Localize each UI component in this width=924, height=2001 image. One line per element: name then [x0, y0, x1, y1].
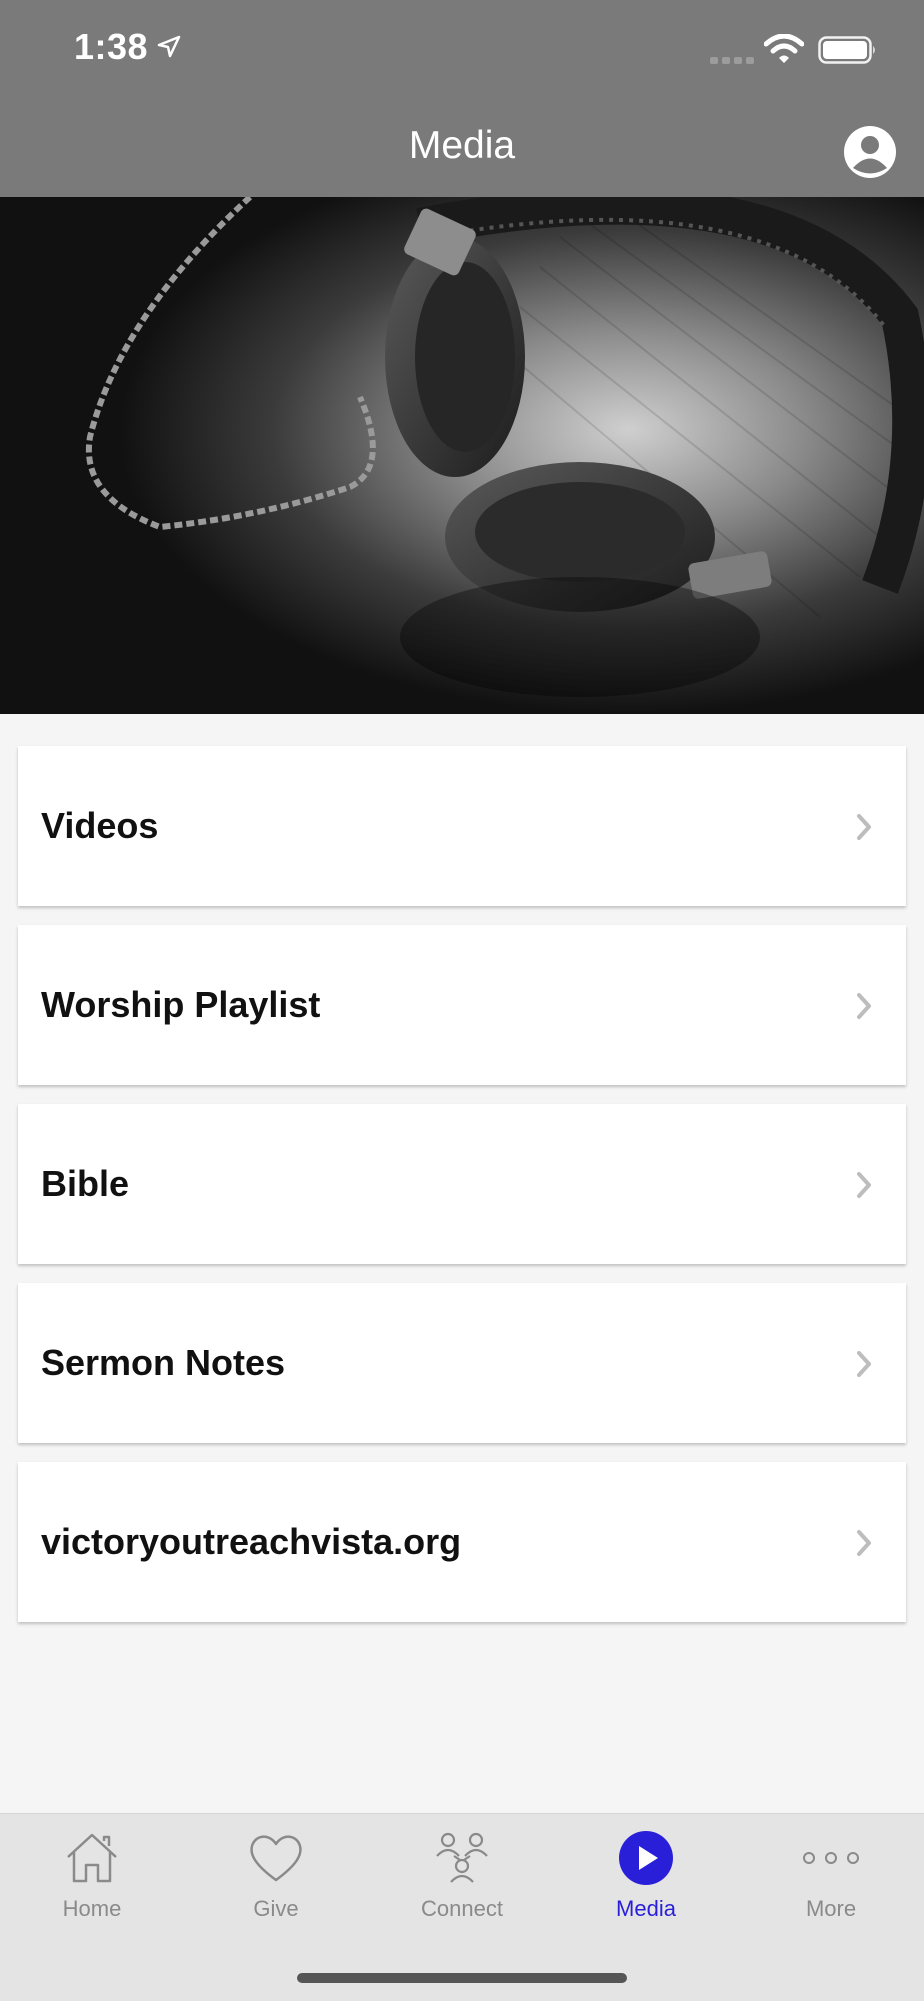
menu-item-bible[interactable]: Bible — [18, 1104, 906, 1264]
tab-give[interactable]: Give — [184, 1814, 368, 1944]
nav-bar: Media — [0, 100, 924, 197]
menu-item-website[interactable]: victoryoutreachvista.org — [18, 1462, 906, 1622]
menu-item-label: Sermon Notes — [41, 1342, 286, 1383]
home-indicator[interactable] — [297, 1973, 627, 1983]
tab-label: Home — [62, 1896, 122, 1921]
menu-item-sermon-notes[interactable]: Sermon Notes — [18, 1283, 906, 1443]
status-time: 1:38 — [74, 26, 149, 67]
tab-more[interactable]: More — [739, 1814, 923, 1944]
menu-item-label: Bible — [41, 1163, 130, 1204]
play-icon — [554, 1828, 738, 1888]
tab-media[interactable]: Media — [554, 1814, 738, 1944]
tab-label: More — [805, 1896, 857, 1921]
tab-home[interactable]: Home — [0, 1814, 184, 1944]
cellular-signal-icon — [710, 52, 754, 70]
chevron-right-icon — [856, 813, 872, 846]
home-icon — [0, 1828, 184, 1888]
chevron-right-icon — [856, 1529, 872, 1562]
chevron-right-icon — [856, 1171, 872, 1204]
battery-icon — [818, 36, 878, 69]
chevron-right-icon — [856, 992, 872, 1025]
chevron-right-icon — [856, 1350, 872, 1383]
menu-item-label: Videos — [41, 805, 159, 846]
menu-item-worship-playlist[interactable]: Worship Playlist — [18, 925, 906, 1085]
tab-label: Media — [616, 1896, 676, 1921]
tab-connect[interactable]: Connect — [370, 1814, 554, 1944]
wifi-icon — [763, 33, 805, 69]
menu-item-label: Worship Playlist — [41, 984, 321, 1025]
people-icon — [370, 1828, 554, 1888]
menu-item-videos[interactable]: Videos — [18, 746, 906, 906]
page-title: Media — [408, 124, 516, 167]
location-arrow-icon — [156, 34, 182, 65]
more-icon — [739, 1828, 923, 1888]
tab-label: Give — [253, 1896, 299, 1921]
media-menu-list: Videos Worship Playlist Bible Sermon Not… — [18, 746, 906, 1641]
heart-icon — [184, 1828, 368, 1888]
status-bar: 1:38 — [0, 0, 924, 100]
hero-image-headphones — [0, 197, 924, 714]
profile-icon[interactable] — [843, 125, 897, 184]
menu-item-label: victoryoutreachvista.org — [41, 1521, 462, 1562]
tab-label: Connect — [421, 1896, 503, 1921]
